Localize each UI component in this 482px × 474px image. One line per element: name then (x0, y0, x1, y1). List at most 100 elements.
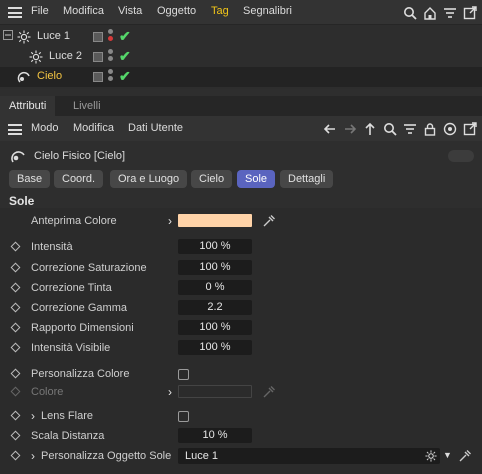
new-window-icon[interactable] (463, 122, 477, 136)
arrow-left-icon[interactable] (323, 122, 337, 136)
section-tab-base[interactable]: Base (9, 170, 51, 188)
param-personalizza-oggetto-sole: › Personalizza Oggetto Sole Luce 1 ▼ (0, 447, 482, 467)
scala-distanza-field[interactable]: 10 % (178, 428, 252, 443)
filter-icon[interactable] (443, 6, 457, 20)
expand-chevron-icon[interactable]: › (31, 449, 35, 463)
arrow-right-icon[interactable] (343, 122, 357, 136)
param-label: Lens Flare (41, 410, 93, 422)
search-icon[interactable] (383, 122, 397, 136)
keyframe-diamond-icon[interactable] (10, 368, 21, 379)
param-label: Correzione Tinta (31, 282, 112, 294)
eyedropper-icon (263, 386, 275, 398)
keyframe-diamond-icon[interactable] (10, 410, 21, 421)
param-lens-flare: › Lens Flare (0, 407, 482, 427)
light-icon (17, 30, 31, 44)
color-swatch-disabled (178, 385, 252, 398)
eyedropper-icon[interactable] (262, 214, 276, 228)
arrow-up-icon[interactable] (363, 122, 377, 136)
param-label: Intensità Visibile (31, 342, 111, 354)
menu-dati-utente[interactable]: Dati Utente (128, 122, 183, 134)
tree-row-cielo[interactable]: Cielo ✔ (0, 67, 482, 87)
object-tree: Luce 1 ✔ Luce 2 ✔ Cielo ✔ (0, 25, 482, 89)
link-field[interactable]: Luce 1 (178, 448, 440, 464)
menu-tag[interactable]: Tag (211, 5, 229, 17)
tab-attributi[interactable]: Attributi (0, 96, 56, 116)
section-tab-coord[interactable]: Coord. (54, 170, 104, 188)
menu-vista[interactable]: Vista (118, 5, 142, 17)
tab-livelli[interactable]: Livelli (64, 96, 110, 116)
keyframe-diamond-icon[interactable] (10, 262, 21, 273)
param-rapporto-dimensioni: Rapporto Dimensioni 100 % (0, 319, 482, 339)
object-toggle[interactable] (448, 150, 474, 162)
correzione-tinta-field[interactable]: 0 % (178, 280, 252, 295)
correzione-gamma-field[interactable]: 2.2 (178, 300, 252, 315)
hamburger-menu-icon[interactable] (8, 7, 22, 18)
enabled-check-icon[interactable]: ✔ (119, 48, 131, 65)
search-icon[interactable] (403, 6, 417, 20)
new-window-icon[interactable] (463, 6, 477, 20)
tree-row-luce-2[interactable]: Luce 2 ✔ (0, 47, 482, 67)
edit-layer-icon[interactable] (93, 32, 103, 42)
sky-icon (17, 71, 30, 83)
collapse-icon[interactable] (3, 30, 13, 40)
section-tab-ora-e-luogo[interactable]: Ora e Luogo (110, 170, 188, 188)
visibility-dots[interactable] (108, 69, 114, 83)
enabled-check-icon[interactable]: ✔ (119, 68, 131, 85)
param-correzione-gamma: Correzione Gamma 2.2 (0, 299, 482, 319)
color-preview-swatch[interactable] (178, 214, 252, 227)
enabled-check-icon[interactable]: ✔ (119, 28, 131, 45)
lens-flare-checkbox[interactable] (178, 411, 189, 422)
param-scala-distanza: Scala Distanza 10 % (0, 427, 482, 447)
menu-oggetto[interactable]: Oggetto (157, 5, 196, 17)
menu-modifica-attr[interactable]: Modifica (73, 122, 114, 134)
expand-chevron-icon[interactable]: › (31, 409, 35, 423)
sky-object-icon (11, 151, 25, 163)
visibility-dots[interactable] (108, 29, 114, 43)
expand-arrow-icon[interactable]: › (168, 385, 172, 399)
param-label: Colore (31, 386, 64, 398)
tree-row-luce-1[interactable]: Luce 1 ✔ (0, 27, 482, 47)
menu-modifica[interactable]: Modifica (63, 5, 104, 17)
hamburger-menu-icon[interactable] (8, 124, 22, 135)
dropdown-arrow-icon[interactable]: ▼ (443, 450, 452, 460)
correzione-saturazione-field[interactable]: 100 % (178, 260, 252, 275)
section-tab-dettagli[interactable]: Dettagli (280, 170, 334, 188)
expand-arrow-icon[interactable]: › (168, 214, 172, 228)
keyframe-diamond-icon[interactable] (10, 450, 21, 461)
param-colore: Colore › (0, 383, 482, 403)
link-field-value: Luce 1 (185, 450, 219, 462)
visibility-dots[interactable] (108, 49, 114, 63)
intensita-visibile-field[interactable]: 100 % (178, 340, 252, 355)
menu-segnalibri[interactable]: Segnalibri (243, 5, 292, 17)
keyframe-diamond-icon[interactable] (10, 302, 21, 313)
filter-icon[interactable] (403, 122, 417, 136)
section-title: Sole (9, 194, 35, 208)
tree-label: Luce 1 (37, 30, 71, 42)
param-label: Anteprima Colore (31, 215, 117, 227)
section-tab-sole[interactable]: Sole (237, 170, 276, 188)
target-icon[interactable] (443, 122, 457, 136)
param-label: Rapporto Dimensioni (31, 322, 134, 334)
keyframe-diamond-icon[interactable] (10, 430, 21, 441)
section-tab-cielo[interactable]: Cielo (191, 170, 233, 188)
keyframe-diamond-icon[interactable] (10, 241, 21, 252)
keyframe-diamond-icon[interactable] (10, 322, 21, 333)
edit-layer-icon[interactable] (93, 52, 103, 62)
intensita-field[interactable]: 100 % (178, 239, 252, 254)
keyframe-diamond-icon[interactable] (10, 282, 21, 293)
keyframe-diamond-icon[interactable] (10, 386, 21, 397)
lock-icon[interactable] (423, 122, 437, 136)
light-icon (425, 450, 437, 462)
keyframe-diamond-icon[interactable] (10, 342, 21, 353)
edit-layer-icon[interactable] (93, 72, 103, 82)
rapporto-dimensioni-field[interactable]: 100 % (178, 320, 252, 335)
param-label: Scala Distanza (31, 430, 105, 442)
param-label: Personalizza Oggetto Sole (41, 450, 172, 462)
param-label: Correzione Saturazione (31, 262, 147, 274)
menu-file[interactable]: File (31, 5, 49, 17)
param-label: Intensità (31, 241, 73, 253)
menu-modo[interactable]: Modo (31, 122, 59, 134)
eyedropper-icon[interactable] (458, 449, 472, 463)
home-icon[interactable] (423, 6, 437, 20)
personalizza-colore-checkbox[interactable] (178, 369, 189, 380)
